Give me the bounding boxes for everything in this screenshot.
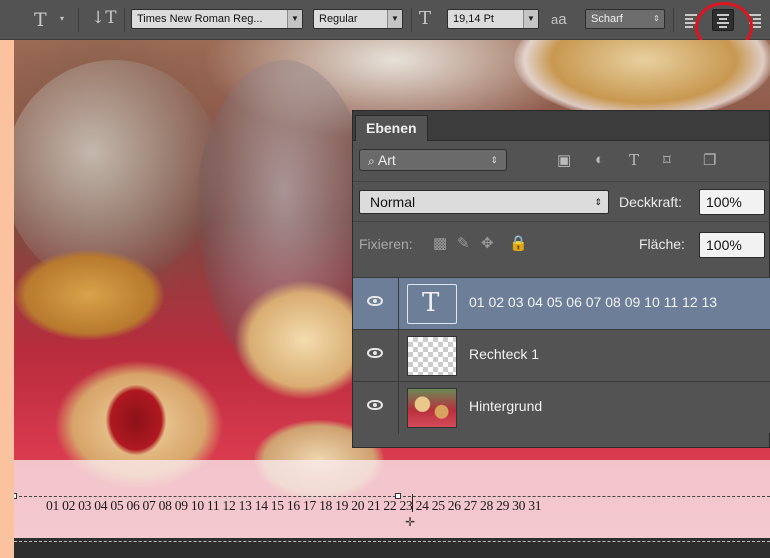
font-style-value: Regular xyxy=(319,13,358,25)
chevron-down-icon: ▼ xyxy=(523,10,538,28)
lock-label: Fixieren: xyxy=(359,236,413,252)
lock-all-icon[interactable]: 🔒 xyxy=(509,234,528,252)
chevron-updown-icon: ⇕ xyxy=(649,10,664,28)
separator xyxy=(411,8,412,32)
search-icon: ⌕ xyxy=(368,154,375,168)
text-filter-icon[interactable]: T xyxy=(629,151,639,169)
eye-icon[interactable] xyxy=(367,348,383,358)
smart-object-filter-icon[interactable]: ❐ xyxy=(703,151,716,169)
lock-move-icon[interactable]: ✥ xyxy=(481,234,494,252)
bbox-handle[interactable] xyxy=(395,493,401,499)
opacity-field[interactable]: 100% xyxy=(699,189,765,215)
text-bounding-box-top xyxy=(14,496,770,497)
shape-filter-icon[interactable]: ⌑ xyxy=(663,151,671,169)
orientation-icon[interactable]: ↓T xyxy=(91,8,117,28)
tool-preset-arrow-icon[interactable]: ▾ xyxy=(60,14,64,23)
chevron-down-icon: ▼ xyxy=(287,10,302,28)
font-style-dropdown[interactable]: Regular ▼ xyxy=(313,9,403,29)
layer-row-text[interactable]: T 01 02 03 04 05 06 07 08 09 10 11 12 13 xyxy=(353,277,770,330)
layer-row-background[interactable]: Hintergrund xyxy=(353,381,770,434)
layer-name: 01 02 03 04 05 06 07 08 09 10 11 12 13 xyxy=(469,294,718,310)
fill-label: Fläche: xyxy=(639,236,685,252)
background-layer-thumbnail xyxy=(407,388,457,428)
layers-panel: Ebenen ⌕ Art ⇕ ▣ ◐ T ⌑ ❐ Normal ⇕ Deckkr… xyxy=(352,110,770,448)
visibility-column xyxy=(353,278,399,330)
cookie-shape xyxy=(14,250,164,340)
fill-field[interactable]: 100% xyxy=(699,232,765,258)
filter-kind-value: Art xyxy=(377,152,396,168)
separator xyxy=(124,8,125,32)
options-bar: T ▾ ↓T Times New Roman Reg... ▼ Regular … xyxy=(0,0,770,52)
blend-mode-value: Normal xyxy=(370,194,416,210)
lock-transparency-icon[interactable]: ▩ xyxy=(433,234,447,252)
chevron-updown-icon: ⇕ xyxy=(490,155,498,165)
font-size-dropdown[interactable]: 19,14 Pt ▼ xyxy=(447,9,539,29)
crosshair-icon: ✛ xyxy=(405,515,416,529)
text-layer-thumb-glyph: T xyxy=(422,288,440,318)
chevron-updown-icon: ⇕ xyxy=(594,197,602,207)
blend-row: Normal ⇕ Deckkraft: 100% xyxy=(353,181,770,221)
lock-row: Fixieren: ▩ ✎ ✥ 🔒 Fläche: 100% xyxy=(353,221,770,265)
layer-row-shape[interactable]: Rechteck 1 xyxy=(353,329,770,382)
filter-kind-dropdown[interactable]: ⌕ Art ⇕ xyxy=(359,149,507,171)
chevron-down-icon: ▼ xyxy=(387,10,402,28)
visibility-column xyxy=(353,330,399,382)
tab-ebenen[interactable]: Ebenen xyxy=(355,115,428,141)
jam-center-shape xyxy=(106,385,166,455)
antialias-icon-glyph-large: a xyxy=(558,11,567,28)
layer-name: Rechteck 1 xyxy=(469,346,540,362)
antialias-value: Scharf xyxy=(591,13,623,25)
panel-tab-bar: Ebenen xyxy=(353,111,769,141)
text-layer-thumbnail: T xyxy=(407,284,457,324)
bowl-shape xyxy=(514,40,770,120)
bbox-handle[interactable] xyxy=(14,493,17,499)
antialias-dropdown[interactable]: Scharf ⇕ xyxy=(585,9,665,29)
separator xyxy=(673,8,674,32)
separator xyxy=(78,8,79,32)
opacity-label: Deckkraft: xyxy=(619,194,683,210)
layer-name: Hintergrund xyxy=(469,398,543,414)
antialias-icon: aa xyxy=(551,11,567,28)
font-size-icon: T xyxy=(419,8,432,29)
lock-brush-icon[interactable]: ✎ xyxy=(457,234,470,252)
canvas-text-layer[interactable]: 01 02 03 04 05 06 07 08 09 10 11 12 13 1… xyxy=(46,498,542,514)
filter-row: ⌕ Art ⇕ ▣ ◐ T ⌑ ❐ xyxy=(353,141,770,181)
blend-mode-dropdown[interactable]: Normal ⇕ xyxy=(359,190,609,214)
font-family-dropdown[interactable]: Times New Roman Reg... ▼ xyxy=(131,9,303,29)
shape-layer-thumbnail xyxy=(407,336,457,376)
type-tool-icon[interactable]: T xyxy=(34,9,47,31)
eye-icon[interactable] xyxy=(367,296,383,306)
visibility-column xyxy=(353,382,399,434)
font-family-value: Times New Roman Reg... xyxy=(137,13,263,25)
adjustment-filter-icon[interactable]: ◐ xyxy=(595,151,604,168)
font-size-value: 19,14 Pt xyxy=(453,13,494,25)
text-cursor xyxy=(412,494,413,512)
image-filter-icon[interactable]: ▣ xyxy=(557,151,571,169)
text-bounding-box-bottom xyxy=(14,541,770,542)
eye-icon[interactable] xyxy=(367,400,383,410)
